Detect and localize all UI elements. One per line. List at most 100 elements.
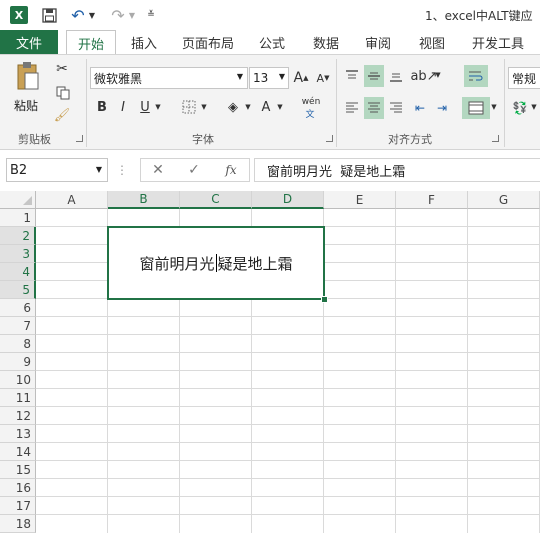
increase-font-icon[interactable]: A ▲ bbox=[292, 67, 310, 89]
borders-icon[interactable] bbox=[180, 97, 198, 117]
decrease-indent-icon[interactable]: ⇤ bbox=[410, 97, 430, 119]
row-header[interactable]: 8 bbox=[0, 335, 36, 353]
chevron-down-icon[interactable]: ▼ bbox=[276, 101, 284, 113]
merged-cell-b2[interactable]: 窗前明月光 疑是地上霜 bbox=[107, 226, 325, 300]
row-header[interactable]: 5 bbox=[0, 281, 36, 299]
grid-line bbox=[36, 406, 540, 407]
insert-function-button[interactable]: fx bbox=[220, 160, 242, 180]
merge-center-icon[interactable] bbox=[462, 97, 490, 119]
increase-indent-icon[interactable]: ⇥ bbox=[432, 97, 452, 119]
row-header[interactable]: 9 bbox=[0, 353, 36, 371]
column-header[interactable]: D bbox=[252, 191, 324, 209]
row-header[interactable]: 11 bbox=[0, 389, 36, 407]
row-header[interactable]: 12 bbox=[0, 407, 36, 425]
orientation-icon[interactable]: ab↗ bbox=[410, 65, 437, 87]
align-left-icon[interactable] bbox=[342, 97, 362, 119]
enter-icon[interactable]: ✓ bbox=[184, 160, 204, 180]
redo-dropdown-icon[interactable]: ▼ bbox=[128, 8, 136, 22]
chevron-down-icon[interactable]: ▼ bbox=[244, 101, 252, 113]
tab-insert[interactable]: 插入 bbox=[122, 30, 166, 54]
grid-line bbox=[36, 478, 540, 479]
font-color-button[interactable]: A bbox=[258, 97, 274, 117]
align-right-icon[interactable] bbox=[386, 97, 406, 119]
format-painter-icon[interactable]: 🖌 bbox=[52, 105, 72, 125]
spreadsheet-grid[interactable]: A B C D E F G 1 2 3 4 5 6 7 8 9 10 11 12… bbox=[0, 191, 540, 533]
underline-button[interactable]: U bbox=[138, 97, 152, 117]
row-header[interactable]: 2 bbox=[0, 227, 36, 245]
font-name-select[interactable]: 微软雅黑 ▼ bbox=[90, 67, 248, 89]
tab-review[interactable]: 审阅 bbox=[356, 30, 400, 54]
font-size-select[interactable]: 13 ▼ bbox=[249, 67, 289, 89]
align-top-icon[interactable] bbox=[342, 65, 362, 87]
dialog-launcher-icon[interactable] bbox=[326, 135, 333, 142]
fill-color-icon[interactable]: ◈ bbox=[224, 97, 242, 117]
row-header[interactable]: 3 bbox=[0, 245, 36, 263]
customize-toolbar-icon[interactable]: ≚ bbox=[146, 6, 156, 24]
paste-icon bbox=[16, 61, 40, 91]
row-header[interactable]: 15 bbox=[0, 461, 36, 479]
column-header[interactable]: B bbox=[108, 191, 180, 209]
dialog-launcher-icon[interactable] bbox=[492, 135, 499, 142]
chevron-down-icon[interactable]: ▼ bbox=[200, 101, 208, 113]
group-separator bbox=[336, 59, 337, 147]
excel-icon[interactable]: X bbox=[10, 6, 28, 24]
decrease-font-icon[interactable]: A ▼ bbox=[314, 67, 332, 89]
column-header[interactable]: G bbox=[468, 191, 540, 209]
align-center-icon[interactable] bbox=[364, 97, 384, 119]
cut-icon[interactable]: ✂ bbox=[52, 59, 72, 79]
cancel-icon[interactable]: ✕ bbox=[148, 160, 168, 180]
chevron-down-icon[interactable]: ▼ bbox=[530, 101, 538, 113]
redo-icon[interactable]: ↷ bbox=[108, 6, 128, 25]
italic-button[interactable]: I bbox=[116, 97, 130, 117]
grid-line bbox=[36, 388, 540, 389]
grid-line bbox=[467, 209, 468, 533]
row-header[interactable]: 18 bbox=[0, 515, 36, 533]
row-header[interactable]: 1 bbox=[0, 209, 36, 227]
chevron-down-icon[interactable]: ▼ bbox=[434, 69, 442, 81]
currency-icon[interactable]: 💱 bbox=[510, 97, 530, 119]
tab-formulas[interactable]: 公式 bbox=[250, 30, 294, 54]
dialog-launcher-icon[interactable] bbox=[76, 135, 83, 142]
column-header[interactable]: F bbox=[396, 191, 468, 209]
chevron-down-icon[interactable]: ▼ bbox=[154, 101, 162, 113]
grid-line bbox=[36, 514, 540, 515]
undo-icon[interactable]: ↶ bbox=[68, 6, 88, 25]
row-header[interactable]: 16 bbox=[0, 479, 36, 497]
row-header[interactable]: 7 bbox=[0, 317, 36, 335]
name-box[interactable]: B2 ▼ bbox=[6, 158, 108, 182]
tab-developer[interactable]: 开发工具 bbox=[466, 30, 530, 54]
chevron-down-icon: ▼ bbox=[236, 72, 243, 81]
chevron-down-icon[interactable]: ▼ bbox=[490, 101, 498, 113]
row-header[interactable]: 14 bbox=[0, 443, 36, 461]
undo-dropdown-icon[interactable]: ▼ bbox=[88, 8, 96, 22]
row-header[interactable]: 13 bbox=[0, 425, 36, 443]
title-bar: X ↶ ▼ ↷ ▼ ≚ 1、excel中ALT键应 bbox=[0, 0, 540, 30]
column-header[interactable]: A bbox=[36, 191, 108, 209]
tab-page-layout[interactable]: 页面布局 bbox=[176, 30, 240, 54]
column-header[interactable]: E bbox=[324, 191, 396, 209]
paste-button[interactable]: 粘贴 bbox=[8, 59, 50, 115]
wrap-text-icon[interactable] bbox=[464, 65, 488, 87]
select-all-corner[interactable] bbox=[0, 191, 36, 209]
grid-line bbox=[36, 442, 540, 443]
tab-file[interactable]: 文件 bbox=[0, 30, 58, 54]
formula-input[interactable]: 窗前明月光 疑是地上霜 bbox=[254, 158, 540, 182]
align-middle-icon[interactable] bbox=[364, 65, 384, 87]
formula-bar: B2 ▼ ⋮ ✕ ✓ fx 窗前明月光 疑是地上霜 bbox=[0, 154, 540, 188]
save-icon[interactable] bbox=[40, 6, 58, 24]
align-bottom-icon[interactable] bbox=[386, 65, 406, 87]
row-header[interactable]: 4 bbox=[0, 263, 36, 281]
bold-button[interactable]: B bbox=[94, 97, 110, 117]
ribbon-tabs: 文件 开始 插入 页面布局 公式 数据 审阅 视图 开发工具 bbox=[0, 30, 540, 55]
more-icon: ⋮ bbox=[116, 163, 128, 177]
row-header[interactable]: 10 bbox=[0, 371, 36, 389]
fill-handle[interactable] bbox=[321, 296, 328, 303]
column-header[interactable]: C bbox=[180, 191, 252, 209]
tab-view[interactable]: 视图 bbox=[410, 30, 454, 54]
tab-home[interactable]: 开始 bbox=[66, 30, 116, 55]
row-header[interactable]: 17 bbox=[0, 497, 36, 515]
tab-data[interactable]: 数据 bbox=[304, 30, 348, 54]
row-header[interactable]: 6 bbox=[0, 299, 36, 317]
copy-icon[interactable] bbox=[52, 83, 74, 103]
number-format-select[interactable]: 常规 bbox=[508, 67, 540, 89]
